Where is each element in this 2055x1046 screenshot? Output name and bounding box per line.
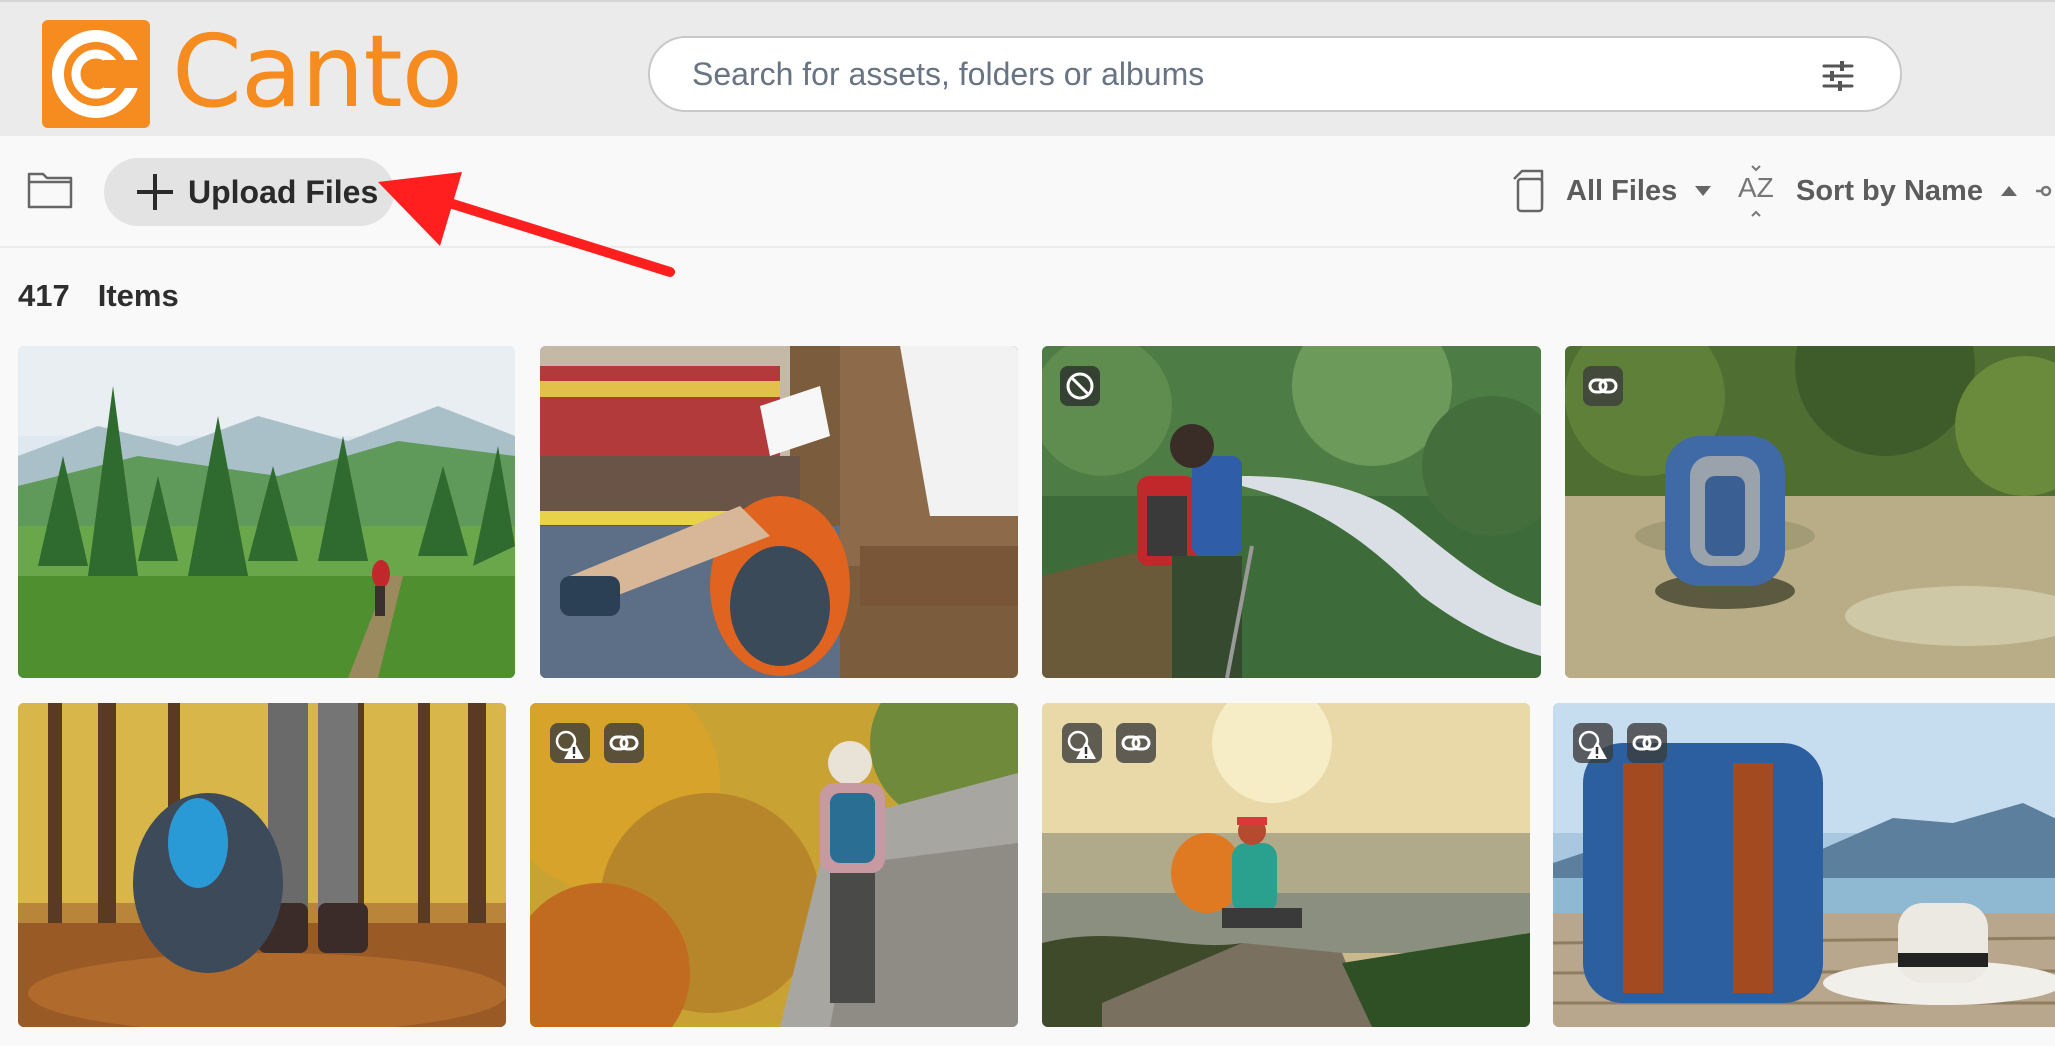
chevron-down-icon	[1695, 186, 1712, 196]
plus-icon	[137, 174, 173, 210]
asset-thumbnail[interactable]	[1042, 346, 1541, 678]
folder-icon[interactable]	[26, 168, 74, 210]
link-icon	[1583, 366, 1623, 406]
search-input[interactable]	[692, 48, 1792, 100]
canto-logo-icon[interactable]	[42, 20, 150, 128]
sort-az-icon: AZ	[1736, 164, 1778, 218]
asset-thumbnail[interactable]	[530, 703, 1018, 1027]
item-count-label: Items	[97, 278, 179, 313]
sort-dropdown[interactable]: AZ Sort by Name	[1736, 164, 2017, 218]
all-files-label: All Files	[1566, 174, 1678, 207]
no-entry-icon	[1060, 366, 1100, 406]
all-files-dropdown[interactable]: All Files	[1508, 166, 1712, 216]
asset-thumbnail[interactable]	[18, 703, 506, 1027]
asset-thumbnail[interactable]	[540, 346, 1018, 678]
expiry-warning-icon	[1573, 723, 1613, 763]
link-icon	[1627, 723, 1667, 763]
link-icon	[1116, 723, 1156, 763]
item-count: 417 Items	[18, 278, 179, 314]
asset-thumbnail[interactable]	[1553, 703, 2055, 1027]
item-count-number: 417	[18, 278, 70, 313]
top-header: Canto	[0, 0, 2055, 136]
view-toggle-icon[interactable]	[2036, 180, 2055, 202]
link-icon	[604, 723, 644, 763]
filter-sliders-icon[interactable]	[1820, 58, 1856, 94]
upload-files-label: Upload Files	[188, 173, 379, 210]
copy-files-icon	[1513, 169, 1544, 213]
sort-label: Sort by Name	[1796, 174, 1983, 207]
asset-toolbar: Upload Files All Files AZ Sort by Name	[0, 136, 2055, 248]
app-wordmark[interactable]: Canto	[172, 12, 463, 132]
asset-thumbnail[interactable]	[1565, 346, 2055, 678]
asset-thumbnail[interactable]	[1042, 703, 1530, 1027]
chevron-up-icon	[2000, 186, 2017, 196]
asset-thumbnail[interactable]	[18, 346, 515, 678]
upload-files-button[interactable]: Upload Files	[104, 158, 394, 226]
canto-app: Canto Search for assets, folders or albu…	[0, 0, 2055, 1046]
search-bar	[648, 36, 1902, 112]
expiry-warning-icon	[550, 723, 590, 763]
expiry-warning-icon	[1062, 723, 1102, 763]
